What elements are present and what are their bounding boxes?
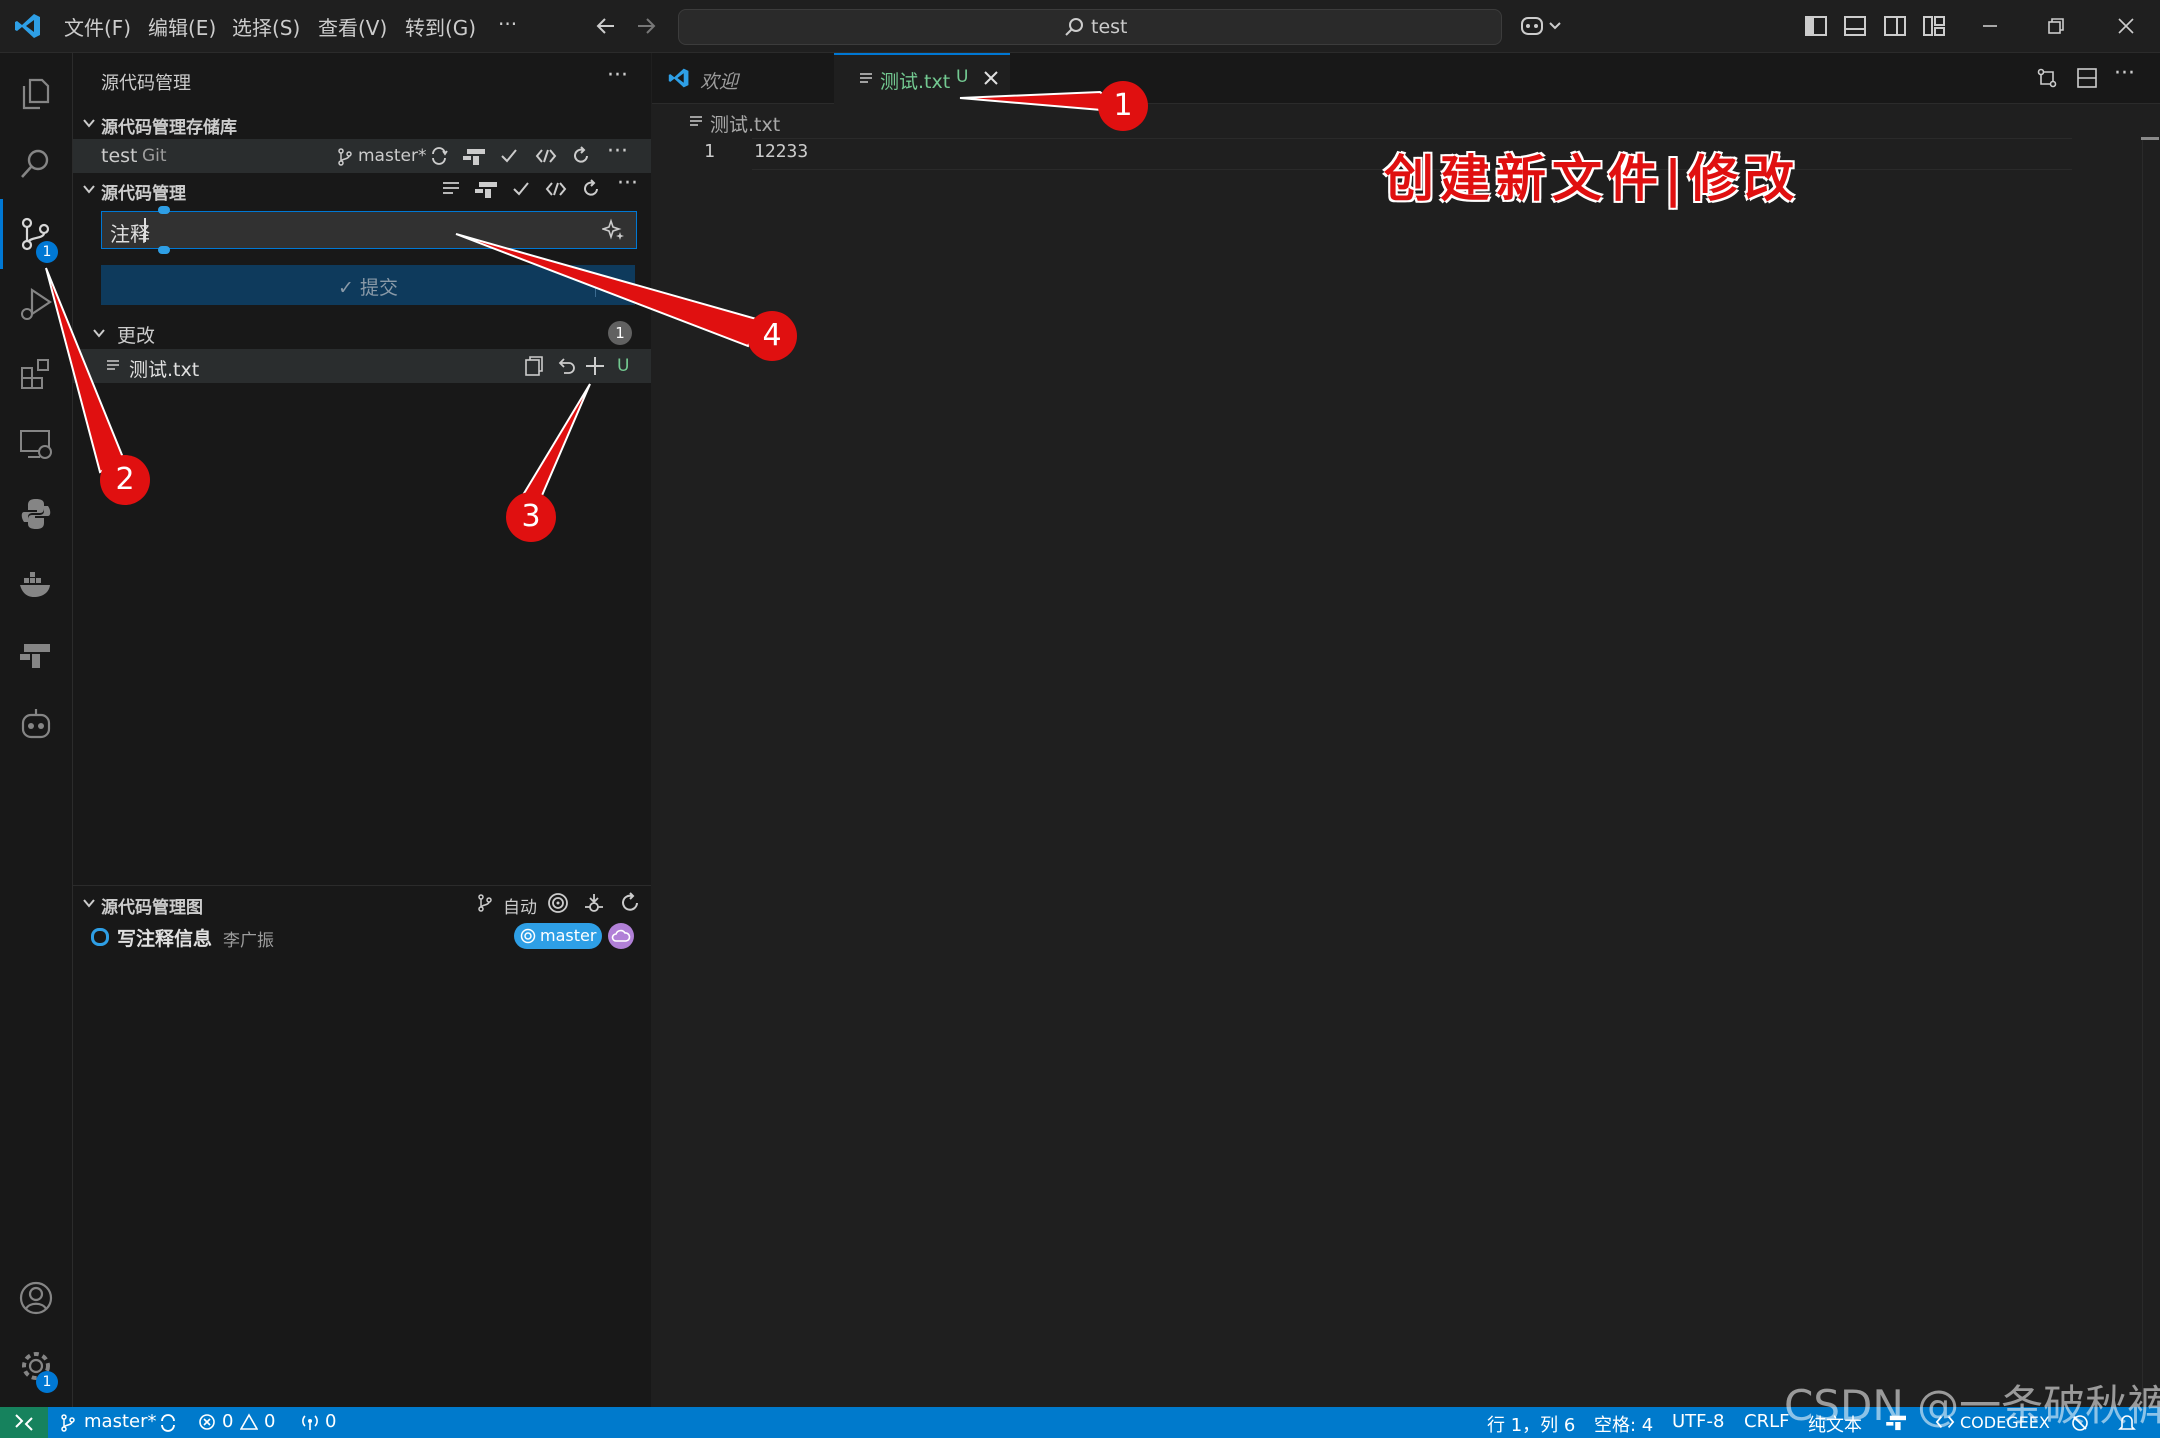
status-encoding[interactable]: UTF-8 — [1672, 1411, 1724, 1432]
ports-antenna-icon — [300, 1413, 320, 1431]
error-icon — [198, 1413, 216, 1431]
callout-3: 3 — [506, 492, 556, 542]
arrow-2 — [45, 267, 126, 474]
watermark: CSDN @一条破秋裤 — [1784, 1381, 2160, 1430]
remote-indicator[interactable] — [0, 1407, 48, 1438]
warning-icon — [240, 1413, 258, 1431]
status-errors[interactable]: 0 — [222, 1411, 233, 1432]
sync-icon[interactable] — [158, 1413, 178, 1433]
annotation-arrows — [45, 90, 1129, 501]
arrow-3 — [518, 383, 591, 501]
status-indentation[interactable]: 空格: 4 — [1594, 1411, 1653, 1437]
callout-2: 2 — [100, 455, 150, 505]
callout-1: 1 — [1098, 81, 1148, 131]
status-cursor-position[interactable]: 行 1，列 6 — [1487, 1411, 1575, 1437]
status-ports[interactable]: 0 — [325, 1411, 336, 1432]
branch-icon — [60, 1414, 76, 1432]
status-eol[interactable]: CRLF — [1744, 1411, 1789, 1432]
arrow-4 — [455, 233, 762, 348]
status-branch[interactable]: master* — [84, 1411, 156, 1432]
status-warnings[interactable]: 0 — [264, 1411, 275, 1432]
callout-4: 4 — [747, 311, 797, 361]
